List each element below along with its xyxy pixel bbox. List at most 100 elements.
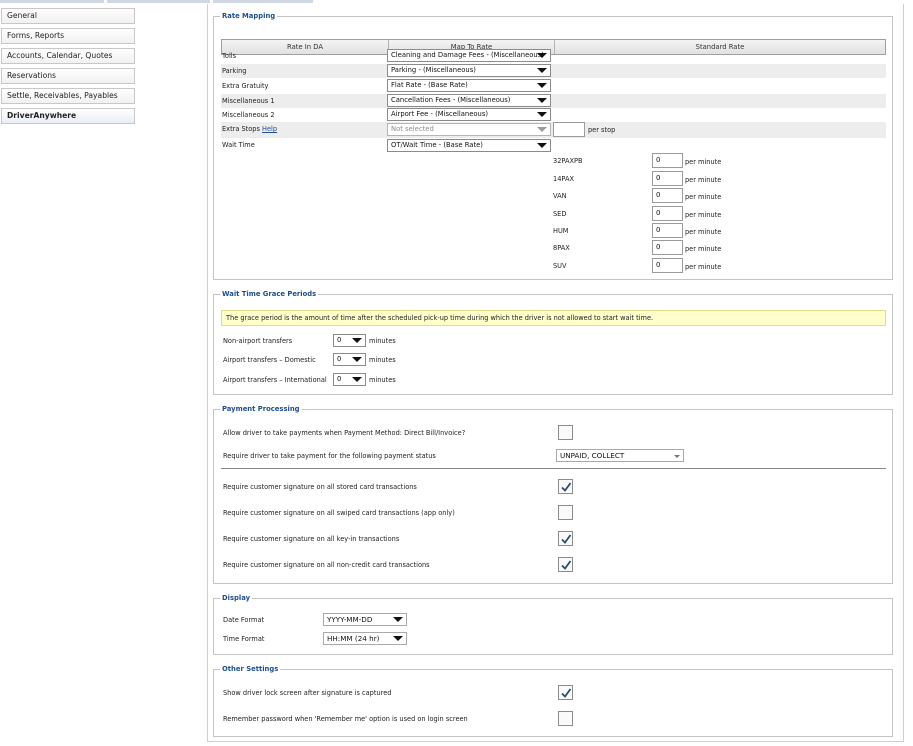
require-payment-status-label: Require driver to take payment for the f… bbox=[223, 452, 436, 460]
sidebar-item-accounts-calendar-quotes[interactable]: Accounts, Calendar, Quotes bbox=[1, 48, 135, 64]
date-format-select[interactable]: YYYY-MM-DD bbox=[323, 613, 407, 626]
vehicle-rate-input[interactable]: 0 bbox=[652, 153, 683, 168]
vehicle-rate-unit: per minute bbox=[685, 263, 722, 271]
grace-non-airport-select[interactable]: 0 bbox=[333, 334, 366, 347]
map-to-rate-select-extra-gratuity[interactable]: Flat Rate - (Base Rate) bbox=[387, 79, 551, 92]
sidebar-item-reservations[interactable]: Reservations bbox=[1, 68, 135, 84]
chevron-down-icon bbox=[352, 377, 362, 382]
checkmark-icon bbox=[561, 560, 572, 570]
grace-periods-legend: Wait Time Grace Periods bbox=[220, 289, 319, 299]
rate-row-label: Miscellaneous 2 bbox=[222, 111, 275, 119]
remember-password-checkbox[interactable] bbox=[558, 711, 573, 726]
select-value: Airport Fee - (Miscellaneous) bbox=[391, 110, 489, 118]
vehicle-label: VAN bbox=[553, 192, 567, 200]
sidebar-item-forms-reports[interactable]: Forms, Reports bbox=[1, 28, 135, 44]
time-format-label: Time Format bbox=[223, 635, 265, 643]
driver-lock-screen-checkbox[interactable] bbox=[558, 685, 573, 700]
select-value: Cancellation Fees - (Miscellaneous) bbox=[391, 96, 511, 104]
rate-row-label: Tolls bbox=[222, 52, 237, 60]
other-settings-section: Other Settings Show driver lock screen a… bbox=[213, 664, 893, 737]
grace-airport-domestic-select[interactable]: 0 bbox=[333, 353, 366, 366]
grace-airport-international-select[interactable]: 0 bbox=[333, 373, 366, 386]
display-legend: Display bbox=[220, 593, 253, 603]
payment-processing-legend: Payment Processing bbox=[220, 404, 302, 414]
checkmark-icon bbox=[561, 482, 572, 492]
chevron-down-icon bbox=[352, 338, 362, 343]
driver-lock-screen-label: Show driver lock screen after signature … bbox=[223, 689, 392, 697]
time-format-select[interactable]: HH:MM (24 hr) bbox=[323, 632, 407, 645]
rate-row-extra-gratuity: Extra Gratuity Flat Rate - (Base Rate) bbox=[221, 79, 886, 93]
chevron-down-icon bbox=[537, 112, 547, 117]
checkmark-icon bbox=[561, 688, 572, 698]
signature-non-credit-label: Require customer signature on all non-cr… bbox=[223, 561, 430, 569]
map-to-rate-select-parking[interactable]: Parking - (Miscellaneous) bbox=[387, 64, 551, 77]
grace-row-label: Airport transfers – Domestic bbox=[223, 356, 316, 364]
other-settings-legend: Other Settings bbox=[220, 664, 281, 674]
vehicle-rate-unit: per minute bbox=[685, 193, 722, 201]
vehicle-label: 14PAX bbox=[553, 175, 574, 183]
signature-key-in-label: Require customer signature on all key-in… bbox=[223, 535, 400, 543]
section-divider bbox=[221, 468, 886, 469]
sidebar-item-settle-receivables-payables[interactable]: Settle, Receivables, Payables bbox=[1, 88, 135, 104]
chevron-down-icon bbox=[537, 53, 547, 58]
vehicle-rate-input[interactable]: 0 bbox=[652, 188, 683, 203]
signature-swiped-card-checkbox[interactable] bbox=[558, 505, 573, 520]
top-tab-edge bbox=[107, 0, 210, 3]
select-value: YYYY-MM-DD bbox=[327, 615, 373, 624]
vehicle-rate-unit: per minute bbox=[685, 176, 722, 184]
vehicle-label: SED bbox=[553, 210, 567, 218]
rate-row-tolls: Tolls Cleaning and Damage Fees - (Miscel… bbox=[221, 49, 886, 63]
remember-password-label: Remember password when 'Remember me' opt… bbox=[223, 715, 468, 723]
rate-row-miscellaneous-2: Miscellaneous 2 Airport Fee - (Miscellan… bbox=[221, 108, 886, 122]
sidebar-item-driveranywhere[interactable]: DriverAnywhere bbox=[1, 108, 135, 124]
vehicle-rate-input[interactable]: 0 bbox=[652, 206, 683, 221]
vehicle-label: 8PAX bbox=[553, 244, 570, 252]
map-to-rate-select-wait-time[interactable]: OT/Wait Time - (Base Rate) bbox=[387, 139, 551, 152]
vehicle-rate-input[interactable]: 0 bbox=[652, 240, 683, 255]
display-section: Display Date Format YYYY-MM-DD Time Form… bbox=[213, 593, 893, 655]
payment-status-select[interactable]: UNPAID, COLLECT bbox=[556, 449, 684, 462]
select-value: 0 bbox=[337, 355, 342, 363]
map-to-rate-select-tolls[interactable]: Cleaning and Damage Fees - (Miscellaneou… bbox=[387, 49, 551, 62]
chevron-down-icon bbox=[393, 617, 403, 622]
vehicle-rate-unit: per minute bbox=[685, 158, 722, 166]
chevron-down-icon bbox=[352, 357, 362, 362]
map-to-rate-select-miscellaneous-2[interactable]: Airport Fee - (Miscellaneous) bbox=[387, 108, 551, 121]
signature-non-credit-checkbox[interactable] bbox=[558, 557, 573, 572]
rate-row-extra-stops: Extra Stops Help Not selected per stop bbox=[221, 122, 886, 138]
allow-direct-bill-checkbox[interactable] bbox=[558, 425, 573, 440]
grace-unit: minutes bbox=[369, 356, 396, 364]
top-tab-edge bbox=[213, 0, 313, 3]
grace-periods-section: Wait Time Grace Periods The grace period… bbox=[213, 289, 893, 395]
chevron-down-icon bbox=[537, 98, 547, 103]
select-value: HH:MM (24 hr) bbox=[327, 634, 380, 643]
chevron-down-icon bbox=[393, 636, 403, 641]
chevron-down-icon bbox=[537, 127, 547, 132]
signature-swiped-card-label: Require customer signature on all swiped… bbox=[223, 509, 455, 517]
top-tab-edge bbox=[0, 0, 104, 3]
signature-key-in-checkbox[interactable] bbox=[558, 531, 573, 546]
extra-stops-help-link[interactable]: Help bbox=[262, 125, 277, 133]
vehicle-rate-unit: per minute bbox=[685, 211, 722, 219]
extra-stops-unit: per stop bbox=[588, 126, 616, 134]
map-to-rate-select-miscellaneous-1[interactable]: Cancellation Fees - (Miscellaneous) bbox=[387, 94, 551, 107]
allow-direct-bill-label: Allow driver to take payments when Payme… bbox=[223, 429, 466, 437]
select-value: Flat Rate - (Base Rate) bbox=[391, 81, 468, 89]
sidebar-item-general[interactable]: General bbox=[1, 8, 135, 24]
signature-stored-card-checkbox[interactable] bbox=[558, 479, 573, 494]
rate-mapping-legend: Rate Mapping bbox=[220, 11, 278, 21]
signature-stored-card-label: Require customer signature on all stored… bbox=[223, 483, 417, 491]
vehicle-rate-unit: per minute bbox=[685, 228, 722, 236]
chevron-down-icon bbox=[674, 455, 680, 458]
select-value: UNPAID, COLLECT bbox=[560, 451, 625, 460]
extra-stops-rate-input[interactable] bbox=[553, 122, 585, 137]
vehicle-rate-input[interactable]: 0 bbox=[652, 258, 683, 273]
vehicle-rate-input[interactable]: 0 bbox=[652, 223, 683, 238]
grace-row-label: Airport transfers – International bbox=[223, 376, 327, 384]
vehicle-rate-input[interactable]: 0 bbox=[652, 171, 683, 186]
grace-unit: minutes bbox=[369, 337, 396, 345]
select-value: 0 bbox=[337, 375, 342, 383]
vehicle-label: HUM bbox=[553, 227, 569, 235]
map-to-rate-select-extra-stops[interactable]: Not selected bbox=[387, 123, 551, 136]
grace-unit: minutes bbox=[369, 376, 396, 384]
